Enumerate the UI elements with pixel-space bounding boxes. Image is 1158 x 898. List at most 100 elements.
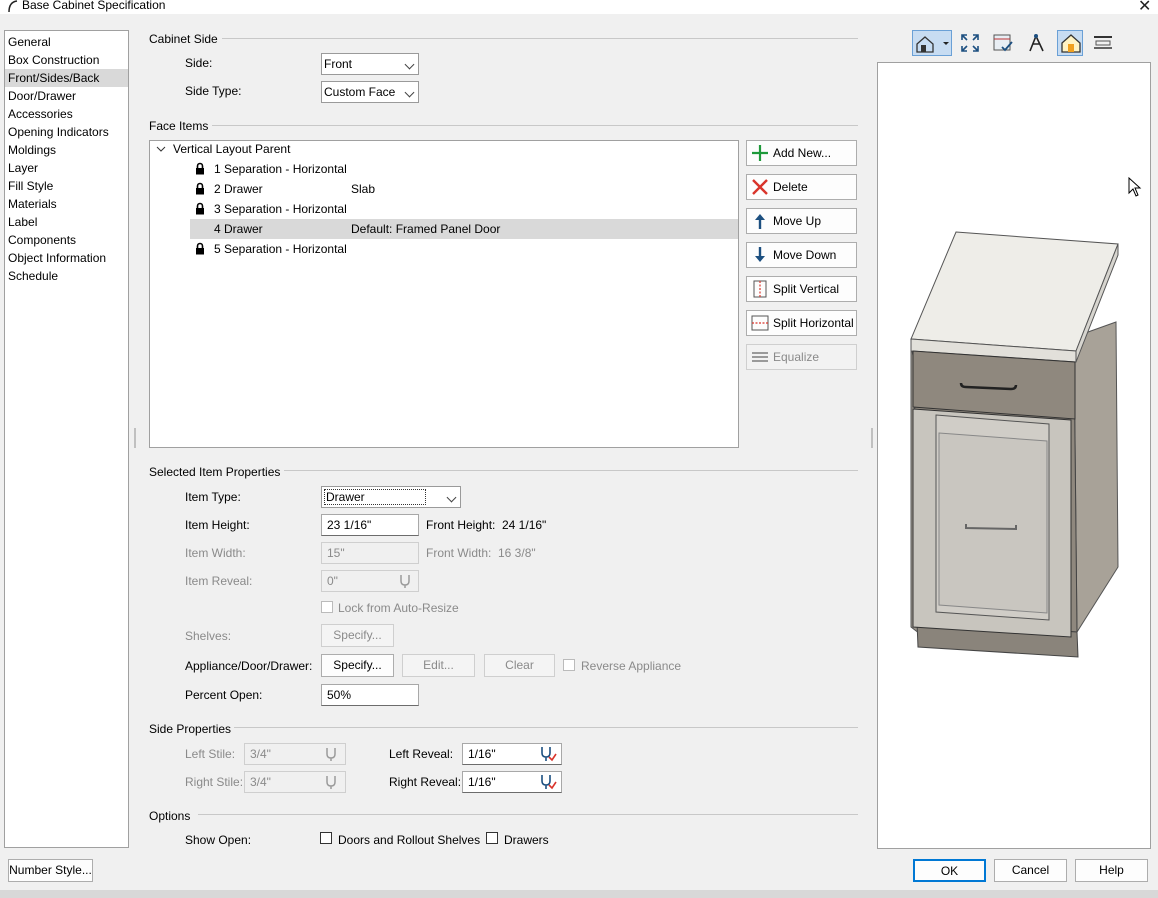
- right-stile-label: Right Stile:: [185, 775, 244, 789]
- lock-icon: [196, 162, 204, 175]
- face-items-tree[interactable]: Vertical Layout Parent 1 Separation - Ho…: [149, 140, 739, 448]
- item-height-input[interactable]: 23 1/16": [321, 514, 419, 536]
- appliance-specify-button[interactable]: Specify...: [321, 654, 394, 677]
- app-icon: [8, 0, 18, 12]
- tree-row[interactable]: 1 Separation - Horizontal: [190, 159, 738, 179]
- toolbar-menu-button[interactable]: [1090, 30, 1116, 56]
- item-width-input[interactable]: 15": [321, 542, 419, 564]
- item-type-label: Item Type:: [185, 490, 241, 504]
- window-title: Base Cabinet Specification: [22, 0, 166, 12]
- sidebar-item-door-drawer[interactable]: Door/Drawer: [5, 87, 128, 105]
- sidebar-item-materials[interactable]: Materials: [5, 195, 128, 213]
- help-button[interactable]: Help: [1075, 859, 1148, 882]
- sidebar-item-schedule[interactable]: Schedule: [5, 267, 128, 285]
- number-style-button[interactable]: Number Style...: [8, 859, 93, 882]
- tree-row-name: 1 Separation - Horizontal: [214, 162, 347, 176]
- right-splitter-handle[interactable]: [871, 428, 873, 448]
- sidebar-item-box-construction[interactable]: Box Construction: [5, 51, 128, 69]
- tree-row-desc: Slab: [351, 182, 376, 196]
- split-horizontal-label: Split Horizontal: [773, 316, 854, 330]
- arrow-down-icon: [755, 247, 765, 262]
- reverse-appliance-checkbox[interactable]: [563, 659, 575, 671]
- side-type-select[interactable]: Custom Face: [321, 81, 419, 103]
- item-type-select[interactable]: Drawer: [321, 486, 461, 508]
- drawers-checkbox[interactable]: [486, 832, 498, 844]
- right-reveal-label: Right Reveal:: [389, 775, 462, 789]
- tree-row[interactable]: 3 Separation - Horizontal: [190, 199, 738, 219]
- side-select-value: Front: [324, 57, 353, 71]
- side-select[interactable]: Front: [321, 53, 419, 75]
- background-taskbar-strip: [0, 890, 1158, 898]
- cancel-button[interactable]: Cancel: [994, 859, 1067, 882]
- delete-label: Delete: [773, 180, 808, 194]
- doors-rollout-checkbox[interactable]: [320, 832, 332, 844]
- tree-collapse-icon[interactable]: [156, 143, 166, 157]
- camera-view-icon: [916, 36, 949, 53]
- delete-x-icon: [752, 179, 768, 195]
- shelves-specify-button[interactable]: Specify...: [321, 624, 394, 647]
- lock-icon: [196, 202, 204, 215]
- selected-item-heading: Selected Item Properties: [149, 465, 281, 479]
- tree-row-name: 3 Separation - Horizontal: [214, 202, 347, 216]
- split-horizontal-button[interactable]: Split Horizontal: [746, 310, 857, 336]
- default-value-icon[interactable]: [324, 745, 338, 761]
- override-value-icon[interactable]: [539, 773, 557, 790]
- sidebar-item-layer[interactable]: Layer: [5, 159, 128, 177]
- sidebar-item-accessories[interactable]: Accessories: [5, 105, 128, 123]
- sidebar-item-front-sides-back[interactable]: Front/Sides/Back: [5, 69, 128, 87]
- split-vertical-button[interactable]: Split Vertical: [746, 276, 857, 302]
- appliance-edit-button[interactable]: Edit...: [402, 654, 475, 677]
- item-reveal-label: Item Reveal:: [185, 574, 253, 588]
- cabinet-3d-preview[interactable]: [877, 62, 1151, 849]
- chevron-down-icon: [404, 87, 415, 98]
- shelves-label: Shelves:: [185, 629, 232, 643]
- sidebar-item-fill-style[interactable]: Fill Style: [5, 177, 128, 195]
- render-options-icon: [993, 34, 1013, 52]
- render-options-button[interactable]: [990, 30, 1016, 56]
- section-divider: [284, 470, 858, 471]
- camera-view-button[interactable]: [912, 30, 952, 56]
- wireframe-button[interactable]: [1023, 30, 1049, 56]
- face-items-heading: Face Items: [149, 119, 209, 133]
- add-new-button[interactable]: Add New...: [746, 140, 857, 166]
- item-type-select-value: Drawer: [324, 489, 426, 505]
- fill-window-button[interactable]: [957, 30, 983, 56]
- left-reveal-label: Left Reveal:: [389, 747, 454, 761]
- left-splitter-handle[interactable]: [134, 428, 136, 448]
- percent-open-input[interactable]: 50%: [321, 684, 419, 706]
- front-height-value: 24 1/16": [502, 518, 547, 532]
- delete-button[interactable]: Delete: [746, 174, 857, 200]
- tree-root[interactable]: Vertical Layout Parent: [173, 142, 290, 156]
- add-new-label: Add New...: [773, 146, 832, 160]
- equalize-button[interactable]: Equalize: [746, 344, 857, 370]
- section-divider: [234, 727, 858, 728]
- sidebar-item-general[interactable]: General: [5, 33, 128, 51]
- default-value-icon[interactable]: [324, 773, 338, 789]
- lock-auto-resize-checkbox[interactable]: [321, 601, 333, 613]
- tree-row[interactable]: 2 Drawer Slab: [190, 179, 738, 199]
- tree-row-desc: Default: Framed Panel Door: [351, 222, 501, 236]
- sidebar-item-components[interactable]: Components: [5, 231, 128, 249]
- lock-icon: [196, 242, 204, 255]
- tree-row-selected[interactable]: 4 Drawer Default: Framed Panel Door: [190, 219, 738, 239]
- move-down-label: Move Down: [773, 248, 837, 262]
- glass-house-button[interactable]: [1057, 30, 1083, 56]
- ok-button[interactable]: OK: [913, 859, 986, 882]
- drawers-label: Drawers: [504, 833, 549, 847]
- side-properties-heading: Side Properties: [149, 722, 232, 736]
- tree-row-name: 5 Separation - Horizontal: [214, 242, 347, 256]
- section-divider: [222, 38, 858, 39]
- close-icon[interactable]: ✕: [1138, 0, 1151, 16]
- default-value-icon[interactable]: [398, 572, 412, 588]
- override-value-icon[interactable]: [539, 745, 557, 762]
- tree-row[interactable]: 5 Separation - Horizontal: [190, 239, 738, 259]
- sidebar-item-moldings[interactable]: Moldings: [5, 141, 128, 159]
- sidebar-item-object-information[interactable]: Object Information: [5, 249, 128, 267]
- move-up-button[interactable]: Move Up: [746, 208, 857, 234]
- sidebar-item-opening-indicators[interactable]: Opening Indicators: [5, 123, 128, 141]
- sidebar-item-label[interactable]: Label: [5, 213, 128, 231]
- side-label: Side:: [185, 56, 213, 70]
- appliance-clear-button[interactable]: Clear: [484, 654, 555, 677]
- move-down-button[interactable]: Move Down: [746, 242, 857, 268]
- split-horizontal-icon: [751, 315, 769, 331]
